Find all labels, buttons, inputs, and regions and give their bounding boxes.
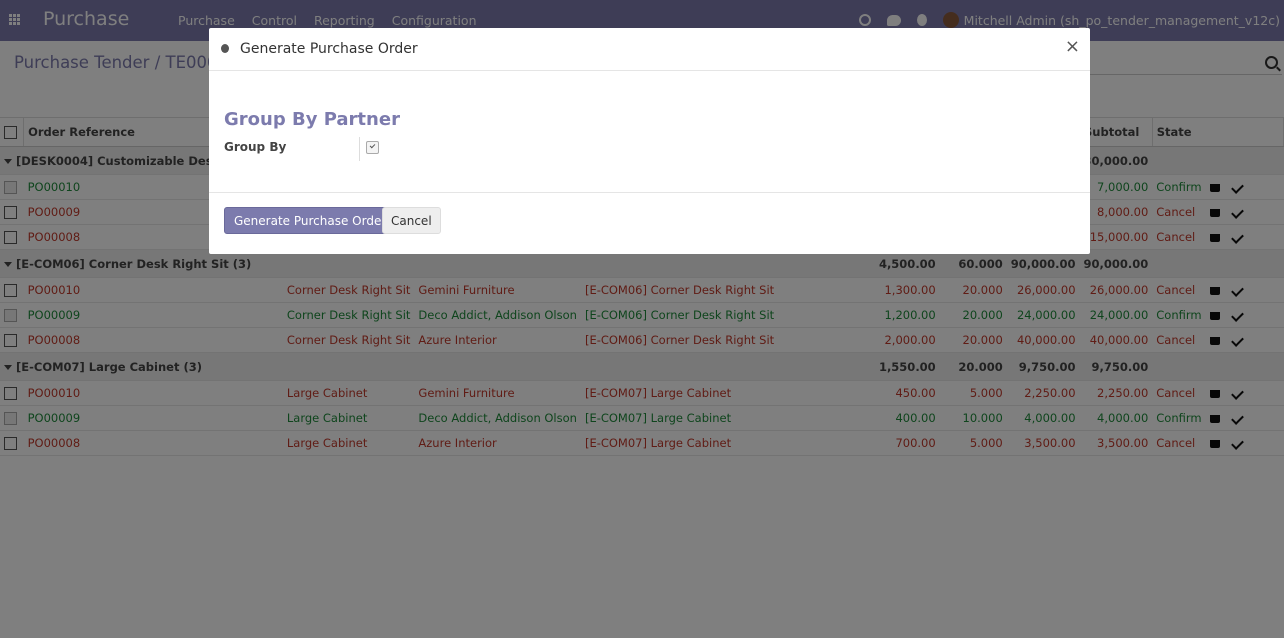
generate-po-dialog: Generate Purchase Order × Group By Partn… (209, 28, 1090, 254)
cancel-button[interactable]: Cancel (382, 207, 441, 234)
dialog-footer: Generate Purchase Order Cancel (209, 193, 1090, 253)
group-by-label: Group By (224, 140, 287, 154)
divider (359, 137, 360, 161)
group-by-checkbox[interactable] (366, 141, 379, 154)
close-button[interactable]: × (1065, 36, 1080, 57)
section-title: Group By Partner (224, 109, 400, 130)
dialog-body: Group By Partner Group By (209, 71, 1090, 193)
dialog-header: Generate Purchase Order × (209, 28, 1090, 71)
dialog-title: Generate Purchase Order (240, 41, 418, 57)
generate-purchase-order-button[interactable]: Generate Purchase Order (224, 207, 397, 234)
bug-icon (221, 44, 229, 53)
